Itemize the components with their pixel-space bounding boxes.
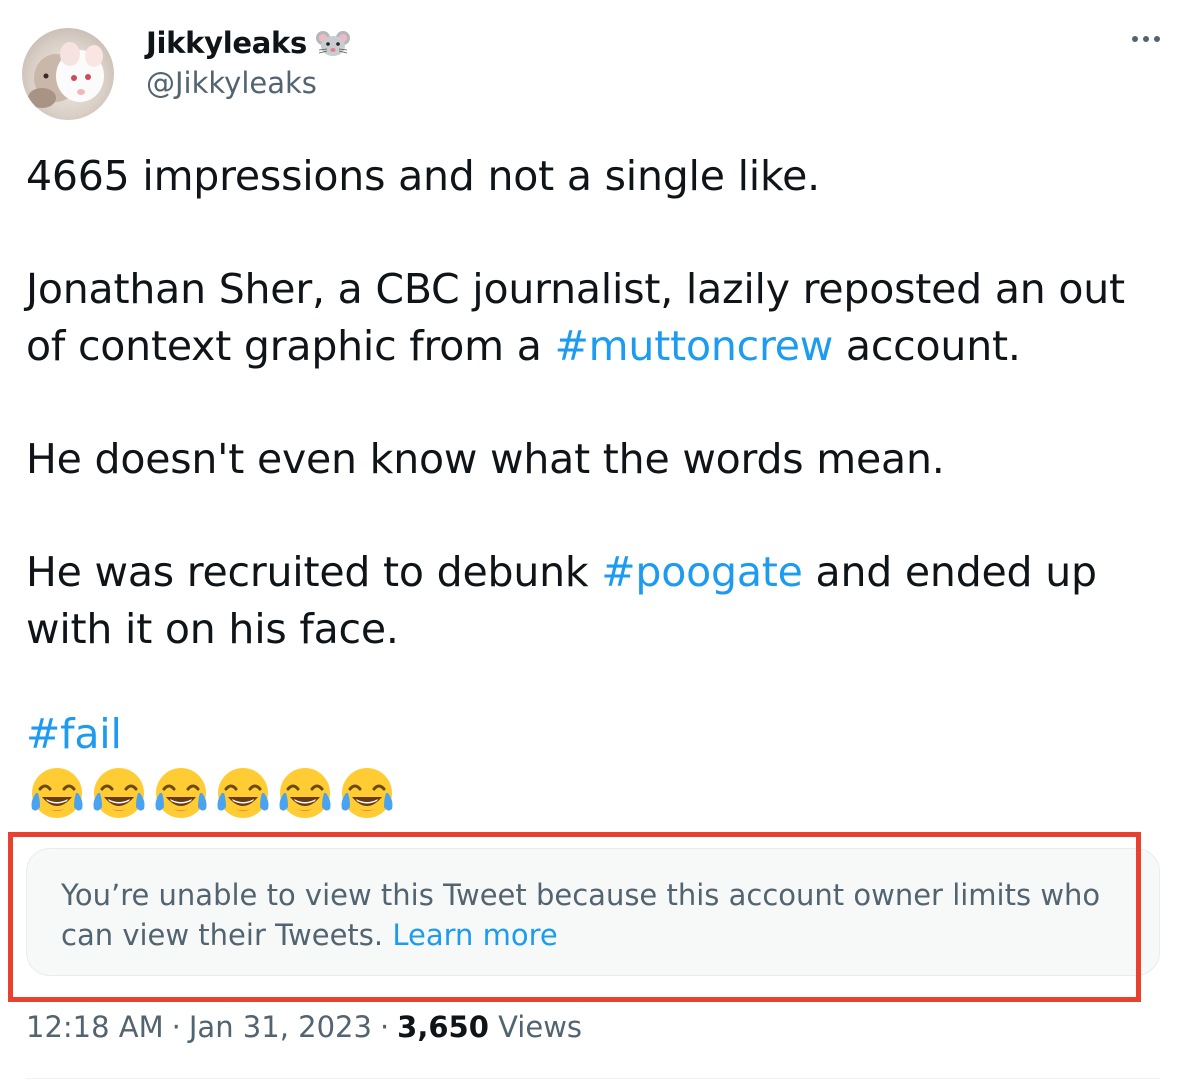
meta-separator: ·: [379, 1010, 390, 1044]
tweet-meta: 12:18 AM · Jan 31, 2023 · 3,650 Views: [26, 1010, 582, 1044]
tweet-text-span: account.: [833, 322, 1021, 370]
face-with-tears-of-joy-icon: [155, 768, 207, 818]
views-label: Views: [498, 1010, 583, 1044]
tweet-time[interactable]: 12:18 AM: [26, 1010, 164, 1044]
tweet-paragraph-4: He was recruited to debunk #poogate and …: [26, 544, 1176, 658]
author-display-name[interactable]: Jikkyleaks: [146, 26, 307, 60]
hashtag-muttoncrew[interactable]: #muttoncrew: [555, 322, 834, 370]
unavailable-quoted-tweet-notice: You’re unable to view this Tweet because…: [26, 848, 1160, 976]
author-name-row[interactable]: Jikkyleaks: [146, 26, 351, 60]
notice-text: You’re unable to view this Tweet because…: [61, 878, 1101, 952]
face-with-tears-of-joy-icon: [217, 768, 269, 818]
face-with-tears-of-joy-icon: [341, 768, 393, 818]
tweet-text-span: He was recruited to debunk: [26, 548, 602, 596]
tweet-card: Jikkyleaks @Jikkyleaks 4665 impressions …: [0, 0, 1200, 1085]
tweet-paragraph-5: #fail: [26, 706, 1176, 763]
views-count: 3,650: [397, 1010, 489, 1044]
hashtag-poogate[interactable]: #poogate: [601, 548, 803, 596]
author-handle[interactable]: @Jikkyleaks: [146, 66, 317, 100]
meta-separator: ·: [171, 1010, 181, 1044]
tweet-paragraph-3: He doesn't even know what the words mean…: [26, 435, 945, 483]
divider: [26, 1078, 1160, 1079]
more-options-icon[interactable]: [1132, 36, 1160, 42]
tweet-paragraph-2: Jonathan Sher, a CBC journalist, lazily …: [26, 261, 1176, 375]
face-with-tears-of-joy-icon: [31, 768, 83, 818]
avatar[interactable]: [22, 28, 114, 120]
views[interactable]: 3,650 Views: [397, 1010, 582, 1044]
rat-face-emoji-icon: [315, 28, 351, 58]
learn-more-link[interactable]: Learn more: [392, 918, 557, 952]
tweet-date[interactable]: Jan 31, 2023: [189, 1010, 372, 1044]
emoji-row: [26, 763, 1176, 825]
face-with-tears-of-joy-icon: [93, 768, 145, 818]
tweet-text: 4665 impressions and not a single like. …: [26, 148, 1176, 825]
face-with-tears-of-joy-icon: [279, 768, 331, 818]
hashtag-fail[interactable]: #fail: [26, 710, 122, 758]
tweet-paragraph-1: 4665 impressions and not a single like.: [26, 152, 820, 200]
